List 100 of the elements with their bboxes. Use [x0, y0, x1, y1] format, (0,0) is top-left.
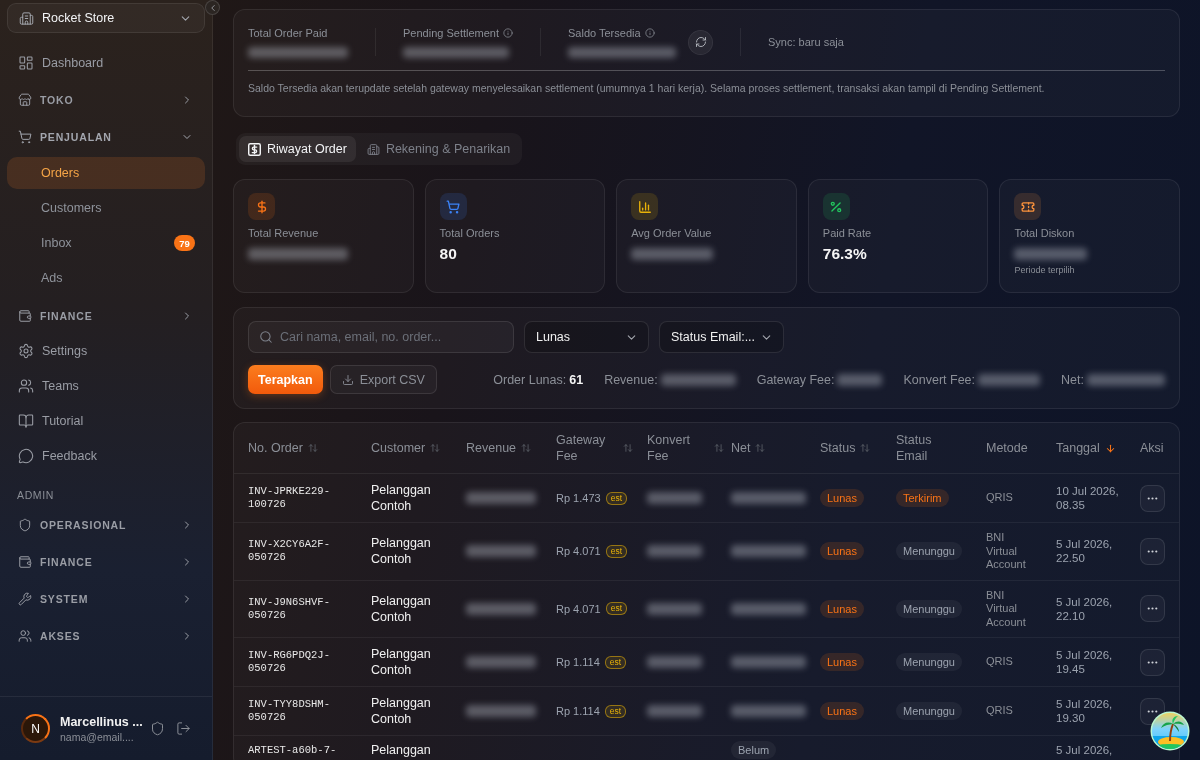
nav-group[interactable]: SYSTEM: [7, 581, 205, 616]
customer-name: Pelanggan Contoh: [371, 482, 432, 514]
nav-link[interactable]: Customers: [7, 192, 205, 224]
shield-icon[interactable]: [150, 721, 165, 736]
order-date: 5 Jul 2026, 22.50: [1056, 537, 1114, 566]
order-date: 5 Jul 2026, 19.45: [1056, 648, 1114, 676]
avatar: N: [21, 714, 50, 743]
collapse-sidebar-button[interactable]: [205, 0, 220, 15]
order-number: INV-JPRKE229-100726: [248, 485, 331, 511]
island-icon[interactable]: [1150, 711, 1190, 751]
dollar-square-icon: [248, 142, 261, 156]
settings-icon: [18, 342, 34, 359]
nav-group[interactable]: OPERASIONAL: [7, 507, 205, 542]
nav-group[interactable]: FINANCE: [7, 298, 205, 333]
nav-link[interactable]: Settings: [7, 333, 205, 368]
stat-label: Total Diskon: [1014, 227, 1075, 240]
logout-icon[interactable]: [176, 721, 191, 736]
fee-amount: Rp 4.071: [556, 602, 601, 615]
cart-icon: [18, 129, 32, 144]
count-badge: 79: [174, 235, 195, 251]
nav-link[interactable]: Teams: [7, 368, 205, 403]
email-status-badge: Menunggu: [896, 542, 962, 561]
sort-icon[interactable]: [755, 443, 766, 453]
customer-name: Pelanggan Contoh: [371, 592, 432, 625]
email-status-badge: Menunggu: [896, 653, 962, 671]
tab[interactable]: Riwayat Order: [239, 136, 356, 162]
nav-link[interactable]: Feedback: [7, 438, 205, 473]
apply-button[interactable]: Terapkan: [248, 365, 323, 394]
info-icon[interactable]: [503, 28, 513, 38]
wrench-icon: [18, 591, 32, 606]
users-icon: [18, 377, 34, 394]
customer-name: Pelanggan: [371, 742, 431, 758]
stat-label: Total Revenue: [248, 227, 319, 240]
nav-link[interactable]: Orders: [7, 157, 205, 189]
filter-dropdown[interactable]: Lunas: [524, 321, 649, 353]
customer-name: Pelanggan Contoh: [371, 646, 432, 678]
stat-label: Paid Rate: [822, 227, 872, 240]
stat-value: 76.3%: [822, 245, 867, 263]
column-header[interactable]: Gateway Fee: [556, 432, 618, 464]
nav-link[interactable]: Inbox 79: [7, 227, 205, 259]
filter-dropdown[interactable]: Status Email:...: [659, 321, 784, 353]
nav-link[interactable]: Tutorial: [7, 403, 205, 438]
sort-descending-icon[interactable]: [1104, 442, 1116, 454]
status-badge: Lunas: [820, 599, 864, 618]
column-header[interactable]: Customer: [371, 440, 426, 456]
building-icon: [19, 10, 34, 26]
column-header[interactable]: Revenue: [466, 440, 517, 456]
tab[interactable]: Rekening & Penarikan: [357, 136, 520, 162]
nav-group[interactable]: PENJUALAN: [7, 119, 205, 154]
summary-value: 61: [569, 372, 584, 387]
summary-label: Konvert Fee:: [903, 372, 976, 387]
order-number: INV-X2CY6A2F-050726: [248, 538, 331, 565]
sort-icon[interactable]: [623, 443, 633, 453]
stat-value: 80: [439, 245, 457, 263]
estimate-tag: est: [604, 655, 627, 669]
column-header[interactable]: Status: [820, 440, 856, 456]
fee-amount: Rp 4.071: [556, 545, 601, 558]
payment-method: BNI Virtual Account: [986, 531, 1027, 572]
nav-link[interactable]: Dashboard: [7, 45, 205, 80]
column-header[interactable]: Net: [731, 440, 751, 456]
book-icon: [18, 412, 34, 429]
refresh-button[interactable]: [688, 29, 713, 55]
storefront-icon: [18, 92, 32, 107]
fee-amount: Rp 1.473: [556, 492, 601, 504]
email-status-badge: Terkirim: [896, 489, 949, 507]
stat-note: Periode terpilih: [1014, 265, 1075, 276]
layout-grid-icon: [18, 54, 34, 71]
estimate-tag: est: [605, 491, 627, 505]
nav-group[interactable]: AKSES: [7, 618, 205, 653]
store-selector[interactable]: Rocket Store: [7, 3, 205, 33]
order-date: 10 Jul 2026, 08.35: [1056, 484, 1120, 512]
order-number: INV-TYY8DSHM-050726: [248, 698, 331, 724]
column-header: Status Email: [896, 432, 933, 464]
payment-method: BNI Virtual Account: [986, 588, 1027, 629]
summary-label: Net:: [1061, 372, 1084, 387]
summary-label: Revenue:: [604, 372, 658, 387]
info-icon[interactable]: [644, 28, 655, 38]
nav-link[interactable]: Ads: [7, 262, 205, 294]
estimate-tag: est: [605, 544, 627, 558]
email-status-badge: Menunggu: [896, 702, 962, 720]
column-header: Metode: [986, 440, 1028, 456]
stat-label: Total Order Paid: [248, 26, 328, 40]
column-header[interactable]: Konvert Fee: [647, 432, 709, 464]
column-header[interactable]: Tanggal: [1056, 440, 1100, 456]
sort-icon[interactable]: [860, 443, 871, 453]
sort-icon[interactable]: [714, 443, 724, 453]
settlement-note: Saldo Tersedia akan terupdate setelah gateway menyelesaikan settlement (umumnya 1 hari kerja). Selama proses settlement, transaksi akan tampil di Pending Settlement.: [248, 81, 1046, 95]
sort-icon[interactable]: [430, 443, 441, 453]
sort-icon[interactable]: [307, 443, 318, 453]
estimate-tag: est: [605, 602, 627, 616]
estimate-tag: est: [604, 704, 627, 718]
export-button[interactable]: Export CSV: [329, 365, 437, 394]
column-header[interactable]: No. Order: [248, 440, 303, 456]
order-date: 5 Jul 2026, 19.30: [1056, 697, 1114, 725]
summary-label: Order Lunas:: [493, 372, 567, 387]
nav-group[interactable]: FINANCE: [7, 544, 205, 579]
nav-group[interactable]: TOKO: [7, 82, 205, 117]
search-icon: [259, 330, 273, 344]
fee-amount: Rp 1.114: [556, 656, 600, 668]
sort-icon[interactable]: [521, 443, 532, 453]
